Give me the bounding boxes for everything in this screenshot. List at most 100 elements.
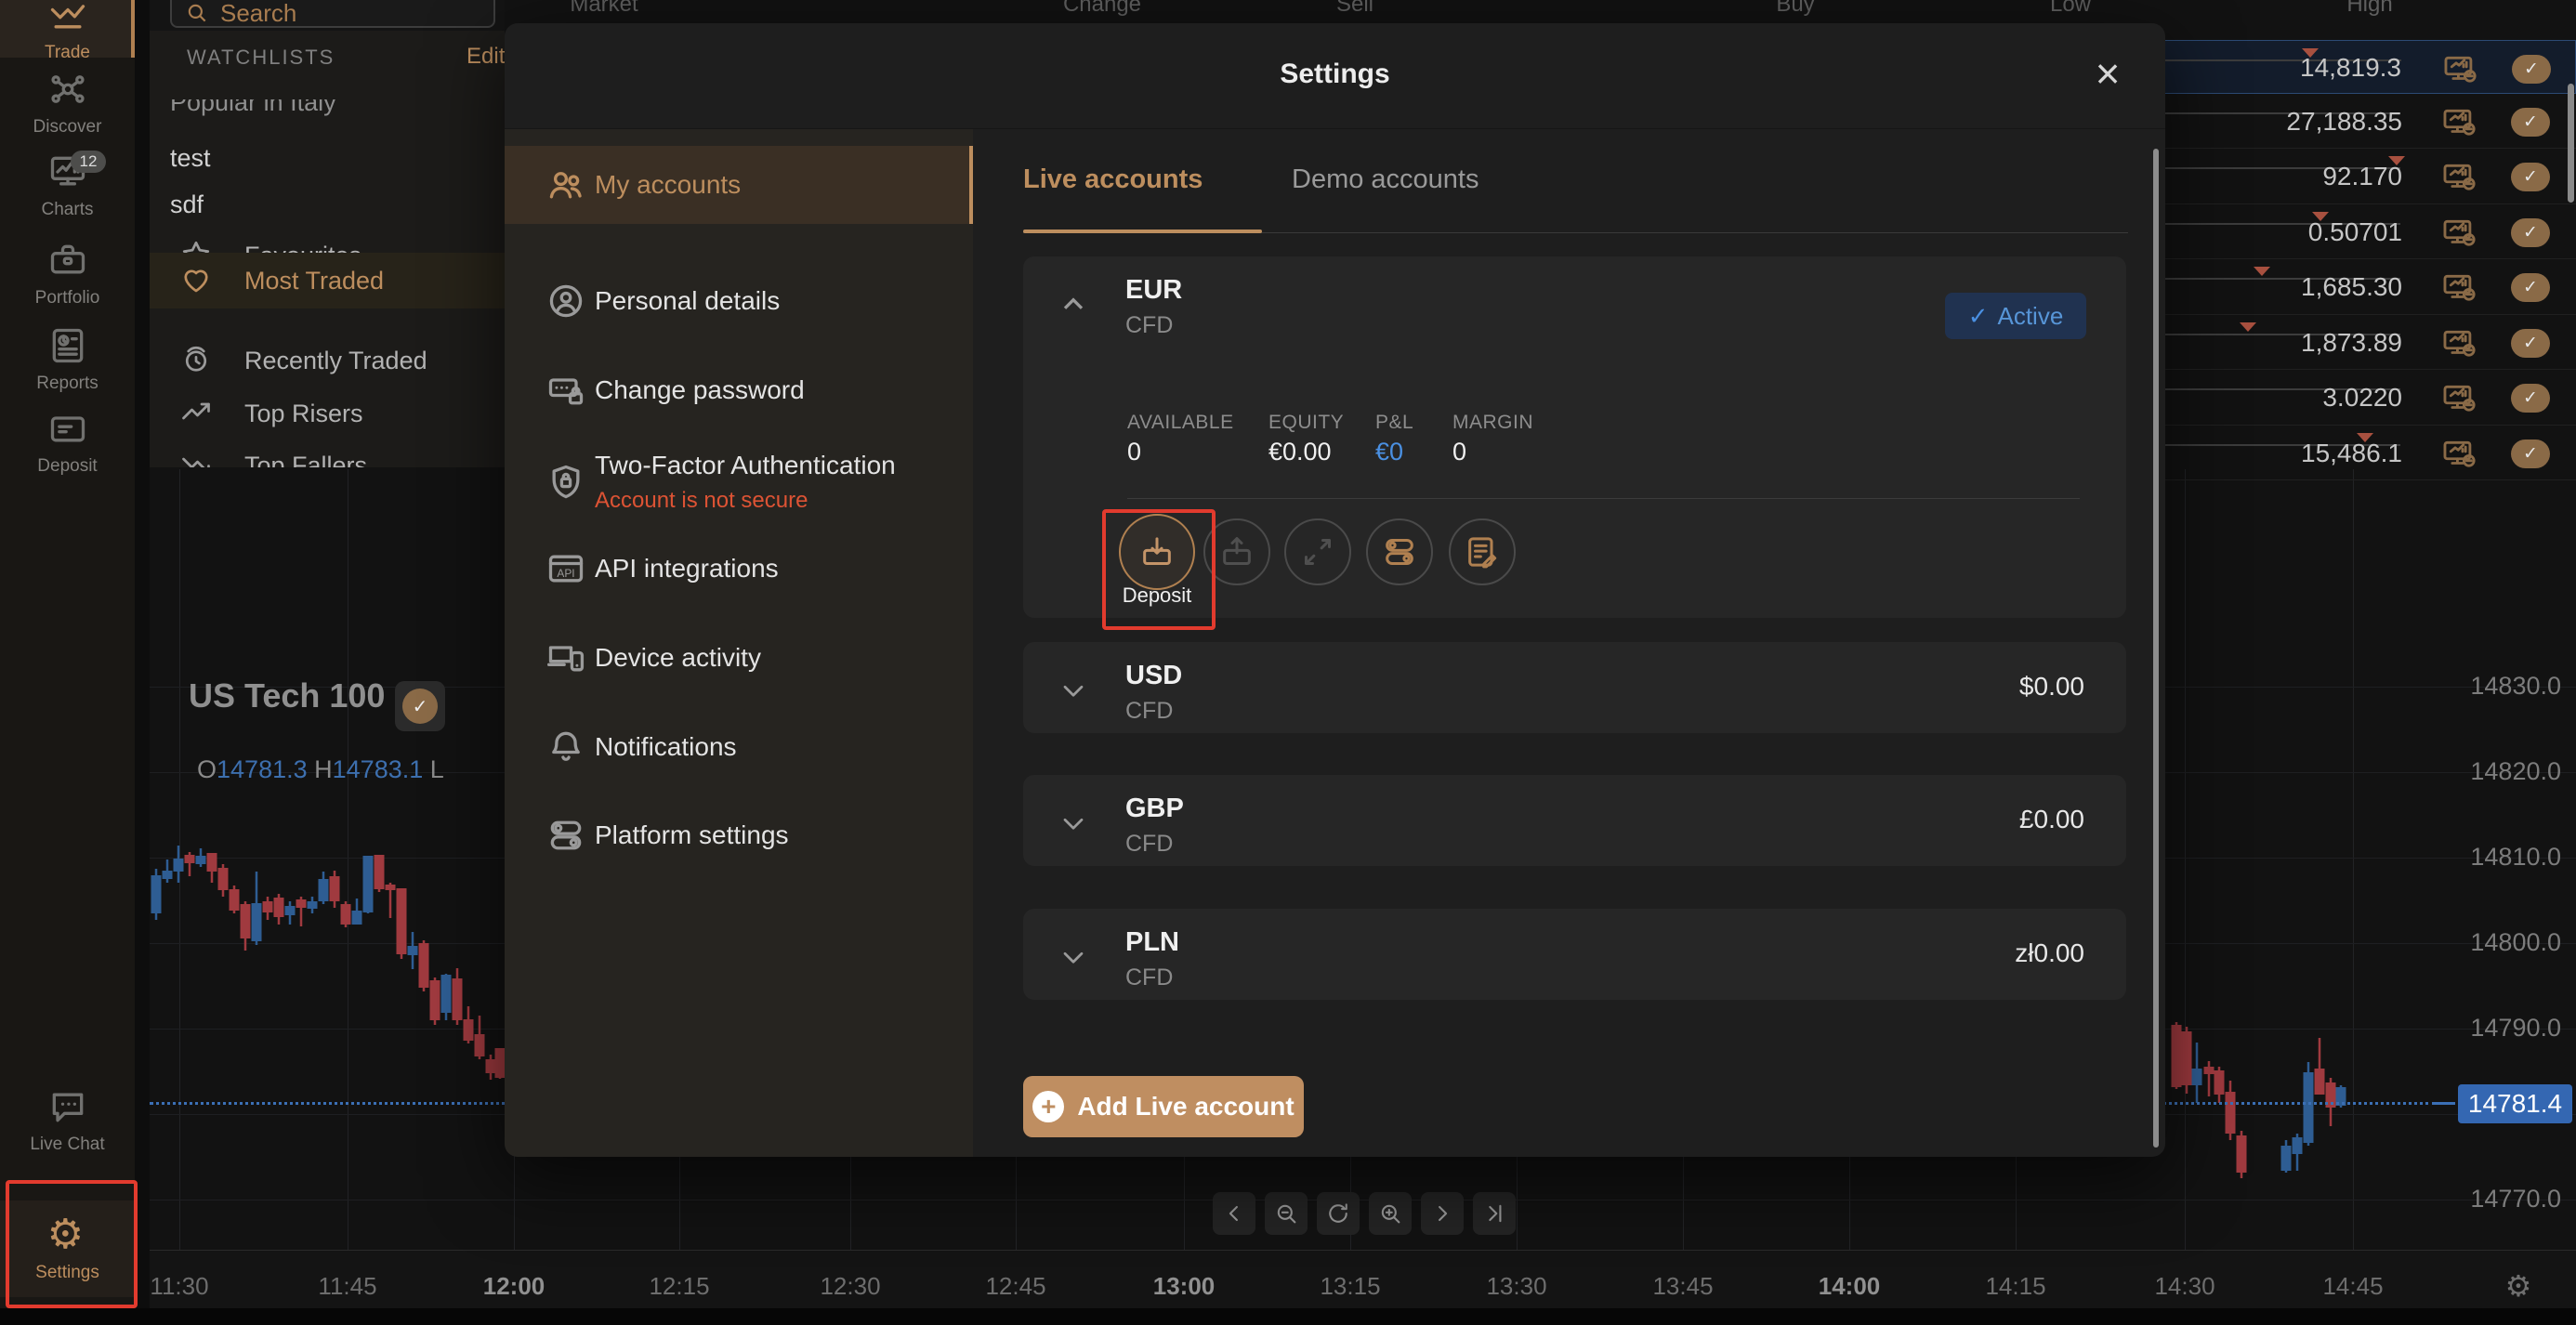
chart-monitor-icon[interactable]: [2439, 270, 2478, 306]
chart-monitor-icon[interactable]: [2439, 381, 2478, 416]
statement-action-button[interactable]: [1449, 518, 1516, 585]
watchlists-header: WATCHLISTS: [187, 46, 335, 69]
pan-right-button[interactable]: [1421, 1192, 1464, 1235]
trend-down-icon: [179, 448, 215, 467]
tab-demo-accounts[interactable]: Demo accounts: [1292, 164, 1479, 195]
zoom-out-button[interactable]: [1265, 1192, 1308, 1235]
sidebar-item-deposit[interactable]: Deposit: [0, 407, 135, 478]
account-currency: GBP: [1125, 794, 1184, 823]
chart-monitor-icon[interactable]: [2439, 326, 2478, 361]
high-value: 1,873.89: [2301, 328, 2402, 357]
ohlc-high-value: 14783.1: [332, 755, 424, 783]
go-to-end-button[interactable]: [1473, 1192, 1516, 1235]
chart-monitor-icon[interactable]: [2439, 105, 2478, 140]
ohlc-readout: O14781.3 H14783.1 L: [197, 755, 444, 784]
watch-check-toggle[interactable]: ✓: [2511, 218, 2550, 247]
settings-nav-item-personal-details[interactable]: Personal details: [505, 271, 973, 331]
sidebar-item-reports[interactable]: Reports: [0, 323, 135, 396]
check-icon: ✓: [1967, 301, 1989, 330]
ohlc-open-value: 14781.3: [217, 755, 308, 783]
account-currency: EUR: [1125, 275, 1183, 305]
account-card-gbp[interactable]: GBP CFD £0.00: [1023, 775, 2126, 866]
sidebar-item-settings[interactable]: ⚙ Settings: [0, 1200, 135, 1297]
nav-item-label: Notifications: [595, 732, 737, 761]
chevron-down-icon[interactable]: [1057, 674, 1090, 707]
settings-nav-item-notifications[interactable]: Notifications: [505, 717, 973, 777]
modal-scrollbar[interactable]: [2153, 149, 2159, 1148]
card-divider: [1127, 498, 2080, 499]
chevron-down-icon[interactable]: [1057, 807, 1090, 840]
settings-nav-item-device-activity[interactable]: Device activity: [505, 628, 973, 688]
pan-left-button[interactable]: [1213, 1192, 1255, 1235]
price-axis-label: 14770.0: [2470, 1185, 2561, 1213]
settings-nav-item-platform-settings[interactable]: Platform settings: [505, 806, 973, 865]
sidebar-item-discover[interactable]: Discover: [0, 67, 135, 139]
axis-settings-gear-icon[interactable]: ⚙: [2498, 1266, 2539, 1306]
reset-button[interactable]: [1317, 1192, 1360, 1235]
heart-icon: [179, 263, 215, 298]
account-card-eur[interactable]: EUR CFD ✓ Active AVAILABLE 0 EQUITY €0.00 P&…: [1023, 256, 2126, 618]
chart-monitor-icon[interactable]: [2439, 437, 2478, 472]
watchlist-item-test[interactable]: test: [150, 138, 505, 179]
price-axis-label: 14830.0: [2470, 672, 2561, 700]
watchlist-item-label: sdf: [170, 190, 204, 218]
sidebar-item-portfolio[interactable]: Portfolio: [0, 238, 135, 310]
settings-nav: My accounts Personal details Change passwo…: [505, 129, 973, 1157]
reports-icon: [47, 325, 88, 366]
watch-check-toggle[interactable]: ✓: [2511, 273, 2550, 302]
zoom-in-icon: [1377, 1200, 1403, 1227]
vertical-gridline: [179, 469, 180, 1251]
column-header-buy: Buy: [1776, 0, 1815, 17]
watchlist-item-top-fallers[interactable]: Top Fallers: [150, 438, 505, 467]
watch-check-toggle[interactable]: ✓: [2511, 439, 2550, 468]
zoom-in-button[interactable]: [1369, 1192, 1412, 1235]
watch-check-toggle[interactable]: ✓: [2512, 55, 2551, 84]
watch-check-toggle[interactable]: ✓: [2511, 108, 2550, 137]
nav-item-label: Device activity: [595, 643, 761, 672]
watchlists-edit-button[interactable]: Edit: [467, 44, 505, 70]
add-live-account-button[interactable]: + Add Live account: [1023, 1076, 1304, 1137]
search-input[interactable]: Search: [170, 0, 495, 28]
transfer-action-button[interactable]: [1284, 518, 1351, 585]
time-axis-label: 12:15: [649, 1272, 710, 1300]
deposit-action-button[interactable]: [1119, 514, 1195, 590]
chart-monitor-icon[interactable]: [2440, 52, 2479, 87]
sidebar-item-live-chat[interactable]: Live Chat: [0, 1076, 135, 1165]
sidebar-item-charts[interactable]: Charts 12: [0, 149, 135, 223]
price-axis-label: 14790.0: [2470, 1014, 2561, 1042]
stat-label-equity: EQUITY: [1268, 412, 1345, 433]
watchlist-item-sdf[interactable]: sdf: [150, 184, 505, 226]
zoom-out-icon: [1273, 1200, 1299, 1227]
watchlist-scrolled-item[interactable]: Popular in Italy: [150, 99, 505, 124]
close-icon[interactable]: ×: [2083, 49, 2132, 98]
account-card-usd[interactable]: USD CFD $0.00: [1023, 642, 2126, 733]
chart-monitor-icon[interactable]: [2439, 160, 2478, 195]
chevron-down-icon[interactable]: [1057, 940, 1090, 974]
account-card-pln[interactable]: PLN CFD zł0.00: [1023, 909, 2126, 1000]
price-axis-label: 14800.0: [2470, 928, 2561, 956]
plus-icon: +: [1032, 1091, 1065, 1122]
high-value: 0.50701: [2307, 217, 2402, 246]
watch-check-toggle[interactable]: ✓: [2511, 163, 2550, 191]
tab-live-accounts[interactable]: Live accounts: [1023, 164, 1203, 195]
watch-check-toggle[interactable]: ✓: [2511, 384, 2550, 413]
watchlist-item-top-risers[interactable]: Top Risers: [150, 386, 505, 441]
platform-action-button[interactable]: [1366, 518, 1433, 585]
settings-nav-item-api-integrations[interactable]: API API integrations: [505, 539, 973, 598]
chevron-up-icon[interactable]: [1057, 288, 1090, 321]
watch-check-toggle[interactable]: ✓: [2511, 329, 2550, 358]
skip-end-icon: [1481, 1200, 1507, 1227]
time-axis-label: 14:45: [2322, 1272, 2384, 1300]
withdraw-action-button[interactable]: [1203, 518, 1270, 585]
statement-icon: [1464, 533, 1501, 571]
settings-nav-item-two-factor-authentication[interactable]: Two-Factor Authentication Account is not …: [505, 439, 973, 525]
watchlist-item-most-traded[interactable]: Most Traded: [150, 253, 505, 308]
watchlist-search-bar: Search: [150, 0, 505, 31]
settings-nav-item-change-password[interactable]: Change password: [505, 361, 973, 420]
market-list-scrollbar[interactable]: [2568, 84, 2574, 203]
chart-monitor-icon[interactable]: [2439, 216, 2478, 251]
watchlist-item-recently-traded[interactable]: Recently Traded: [150, 333, 505, 388]
settings-nav-item-my-accounts[interactable]: My accounts: [505, 146, 973, 224]
sidebar-item-trade[interactable]: Trade: [0, 0, 135, 62]
active-status-badge: ✓ Active: [1945, 293, 2086, 339]
